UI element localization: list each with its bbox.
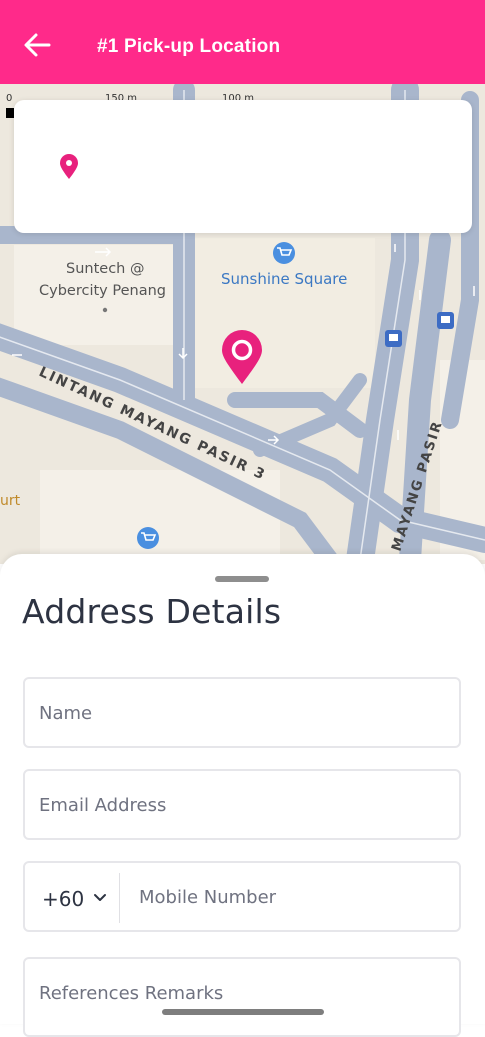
name-field[interactable]: Name: [23, 677, 461, 748]
mobile-number-field[interactable]: +60 Mobile Number: [23, 861, 461, 932]
email-field[interactable]: Email Address: [23, 769, 461, 840]
chevron-down-icon[interactable]: [93, 893, 107, 903]
app-bar: #1 Pick-up Location: [0, 0, 485, 84]
shopping-cart-poi-icon-2: [137, 527, 159, 549]
bus-stop-icon-2: [437, 312, 454, 329]
map-label-cybercity: Cybercity Penang: [39, 283, 166, 299]
remarks-field[interactable]: References Remarks: [23, 957, 461, 1037]
home-indicator: [162, 1009, 324, 1015]
email-placeholder: Email Address: [39, 795, 167, 816]
field-divider: [119, 873, 120, 923]
location-marker-icon: [60, 154, 78, 179]
country-code-selector[interactable]: +60: [42, 887, 84, 911]
mobile-placeholder: Mobile Number: [139, 887, 277, 908]
map-label-urt: urt: [0, 493, 21, 509]
arrow-left-icon[interactable]: [22, 30, 52, 60]
map-scale-zero: 0: [6, 93, 12, 104]
bus-stop-icon: [385, 330, 402, 347]
map-label-suntech: Suntech @: [66, 261, 144, 277]
address-details-title: Address Details: [22, 592, 282, 631]
drag-handle[interactable]: [215, 576, 269, 582]
remarks-placeholder: References Remarks: [39, 983, 224, 1004]
name-placeholder: Name: [39, 703, 93, 724]
page-title: #1 Pick-up Location: [97, 36, 281, 57]
map-label-sunshine-square: Sunshine Square: [221, 270, 347, 288]
shopping-cart-poi-icon: [273, 242, 295, 264]
location-search-card[interactable]: [14, 100, 472, 233]
